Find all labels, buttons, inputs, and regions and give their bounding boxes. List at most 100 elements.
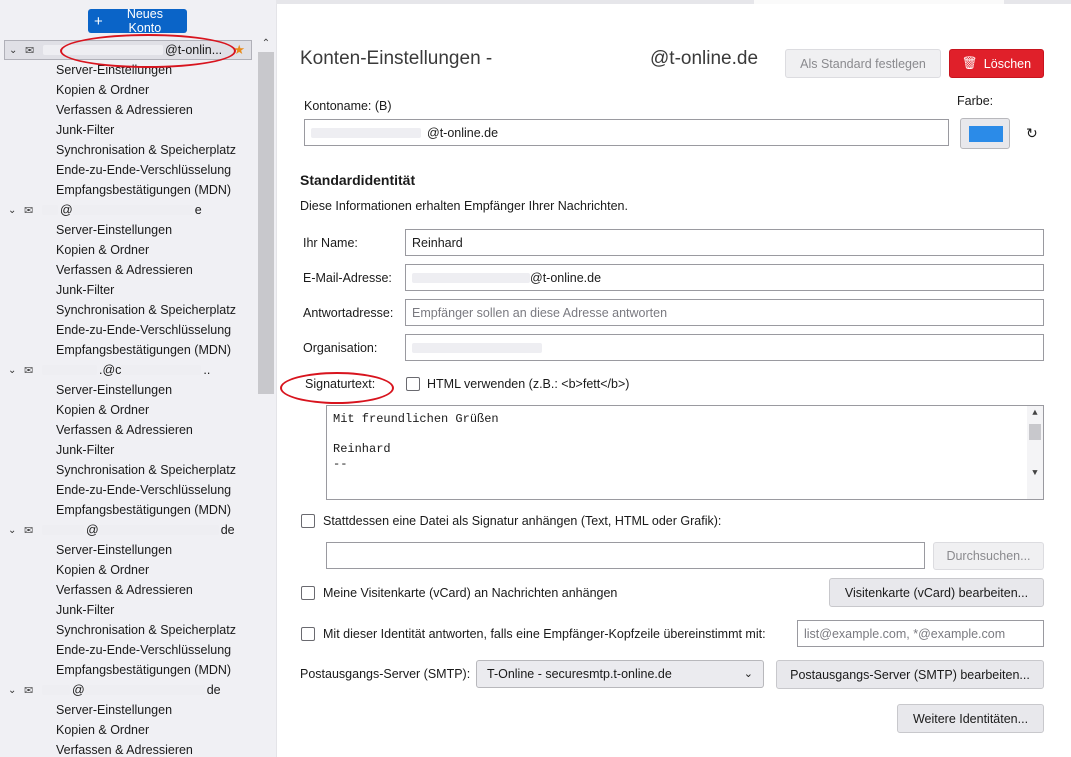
signature-file-field[interactable] [326, 542, 925, 569]
chevron-down-icon[interactable]: ⌄ [8, 365, 22, 376]
attach-signature-label: Stattdessen eine Datei als Signatur anhä… [323, 514, 722, 528]
more-identities-button[interactable]: Weitere Identitäten... [897, 704, 1044, 733]
account-name-suffix: de [220, 523, 235, 537]
account-item[interactable]: Synchronisation & Speicherplatz [0, 620, 256, 640]
account-row-3[interactable]: ⌄ ✉ .@c .. [0, 360, 256, 380]
account-item[interactable]: Verfassen & Adressieren [0, 260, 256, 280]
name-label: Ihr Name: [303, 236, 358, 250]
signature-line: Mit freundlichen Grüßen [333, 412, 499, 426]
organization-field[interactable] [405, 334, 1044, 361]
trash-icon: 🗑 [961, 56, 978, 70]
account-item[interactable]: Verfassen & Adressieren [0, 580, 256, 600]
account-item[interactable]: Kopien & Ordner [0, 240, 256, 260]
account-item[interactable]: Server-Einstellungen [0, 380, 256, 400]
set-default-button[interactable]: Als Standard festlegen [785, 49, 941, 78]
organization-label: Organisation: [303, 341, 378, 355]
account-item[interactable]: Verfassen & Adressieren [0, 740, 256, 757]
account-item[interactable]: Synchronisation & Speicherplatz [0, 140, 256, 160]
mail-account-icon: ✉ [24, 684, 34, 697]
chevron-down-icon[interactable]: ⌄ [8, 205, 22, 216]
new-account-button[interactable]: + Neues Konto [88, 7, 187, 35]
account-row-5[interactable]: ⌄ ✉ @ de [0, 680, 256, 700]
account-name-field[interactable]: @t-online.de [304, 119, 949, 146]
page-title-domain: @t-online.de [650, 48, 759, 69]
browse-button[interactable]: Durchsuchen... [933, 542, 1044, 570]
account-item[interactable]: Kopien & Ordner [0, 400, 256, 420]
account-item[interactable]: Ende-zu-Ende-Verschlüsselung [0, 480, 256, 500]
signature-line: Reinhard [333, 442, 391, 456]
account-item[interactable]: Kopien & Ordner [0, 560, 256, 580]
account-item[interactable]: Junk-Filter [0, 440, 256, 460]
account-tree: ⌄ ✉ @t-onlin... ★ Server-Einstellungen K… [0, 40, 256, 757]
edit-vcard-button[interactable]: Visitenkarte (vCard) bearbeiten... [829, 578, 1044, 607]
smtp-label: Postausgangs-Server (SMTP): [300, 667, 471, 681]
identity-description: Diese Informationen erhalten Empfänger I… [300, 199, 628, 213]
account-name: @ [60, 203, 73, 217]
plus-icon: + [94, 12, 103, 30]
vcard-label: Meine Visitenkarte (vCard) an Nachrichte… [323, 586, 618, 600]
delete-account-button[interactable]: 🗑 Löschen [949, 49, 1044, 78]
html-signature-label: HTML verwenden (z.B.: <b>fett</b>) [427, 377, 630, 391]
sidebar-scroll-thumb[interactable] [258, 52, 274, 394]
account-name-suffix: e [194, 203, 202, 217]
mail-account-icon: ✉ [24, 204, 34, 217]
mail-account-icon: ✉ [24, 524, 34, 537]
account-item[interactable]: Verfassen & Adressieren [0, 100, 256, 120]
attach-signature-checkbox[interactable] [301, 514, 315, 528]
account-name: @ [86, 523, 99, 537]
mail-account-icon: ✉ [24, 364, 34, 377]
account-item[interactable]: Empfangsbestätigungen (MDN) [0, 500, 256, 520]
mail-account-icon: ✉ [25, 44, 35, 57]
email-field[interactable]: @t-online.de [405, 264, 1044, 291]
account-item[interactable]: Empfangsbestätigungen (MDN) [0, 660, 256, 680]
account-item[interactable]: Kopien & Ordner [0, 720, 256, 740]
account-item[interactable]: Synchronisation & Speicherplatz [0, 300, 256, 320]
account-sidebar: + Neues Konto ⌄ ✉ @t-onlin... ★ Server-E… [0, 0, 277, 757]
reset-color-icon[interactable]: ↻ [1026, 125, 1038, 142]
account-item[interactable]: Ende-zu-Ende-Verschlüsselung [0, 320, 256, 340]
account-item[interactable]: Junk-Filter [0, 600, 256, 620]
account-item[interactable]: Verfassen & Adressieren [0, 420, 256, 440]
account-name: .@c [99, 363, 122, 377]
account-item[interactable]: Junk-Filter [0, 120, 256, 140]
reply-to-field[interactable]: Empfänger sollen an diese Adresse antwor… [405, 299, 1044, 326]
annotation-ellipse [60, 34, 236, 68]
account-item[interactable]: Junk-Filter [0, 280, 256, 300]
chevron-up-icon[interactable]: ▲ [1027, 406, 1043, 421]
account-name: @ [72, 683, 85, 697]
reply-match-checkbox[interactable] [301, 627, 315, 641]
account-color-picker[interactable] [960, 118, 1010, 149]
name-field[interactable]: Reinhard [405, 229, 1044, 256]
chevron-down-icon[interactable]: ⌄ [8, 685, 22, 696]
account-item[interactable]: Empfangsbestätigungen (MDN) [0, 180, 256, 200]
account-item[interactable]: Kopien & Ordner [0, 80, 256, 100]
account-item[interactable]: Server-Einstellungen [0, 700, 256, 720]
account-item[interactable]: Server-Einstellungen [0, 540, 256, 560]
account-item[interactable]: Ende-zu-Ende-Verschlüsselung [0, 640, 256, 660]
account-item[interactable]: Synchronisation & Speicherplatz [0, 460, 256, 480]
signature-textarea[interactable]: Mit freundlichen Grüßen Reinhard -- ▲ ▼ [326, 405, 1044, 500]
signature-line: -- [333, 457, 348, 471]
account-name-label: Kontoname: (B) [304, 99, 392, 113]
chevron-up-icon[interactable]: ⌃ [259, 36, 273, 52]
vcard-checkbox[interactable] [301, 586, 315, 600]
account-item[interactable]: Ende-zu-Ende-Verschlüsselung [0, 160, 256, 180]
chevron-down-icon[interactable]: ▼ [1027, 466, 1043, 481]
new-account-label: Neues Konto [126, 7, 163, 35]
account-name-suffix: .. [203, 363, 211, 377]
account-item[interactable]: Server-Einstellungen [0, 220, 256, 240]
html-signature-checkbox[interactable] [406, 377, 420, 391]
smtp-select[interactable]: T-Online - securesmtp.t-online.de ⌄ [476, 660, 764, 688]
chevron-down-icon[interactable]: ⌄ [9, 45, 23, 56]
reply-match-field[interactable]: list@example.com, *@example.com [797, 620, 1044, 647]
signature-scrollbar[interactable]: ▲ ▼ [1027, 406, 1043, 499]
account-name-suffix: de [206, 683, 221, 697]
reply-to-label: Antwortadresse: [303, 306, 394, 320]
account-row-4[interactable]: ⌄ ✉ @ de [0, 520, 256, 540]
edit-smtp-button[interactable]: Postausgangs-Server (SMTP) bearbeiten... [776, 660, 1044, 689]
signature-label: Signaturtext: [305, 377, 376, 391]
chevron-down-icon[interactable]: ⌄ [8, 525, 22, 536]
account-item[interactable]: Empfangsbestätigungen (MDN) [0, 340, 256, 360]
reply-match-label: Mit dieser Identität antworten, falls ei… [323, 627, 766, 641]
account-row-2[interactable]: ⌄ ✉ @ e [0, 200, 256, 220]
